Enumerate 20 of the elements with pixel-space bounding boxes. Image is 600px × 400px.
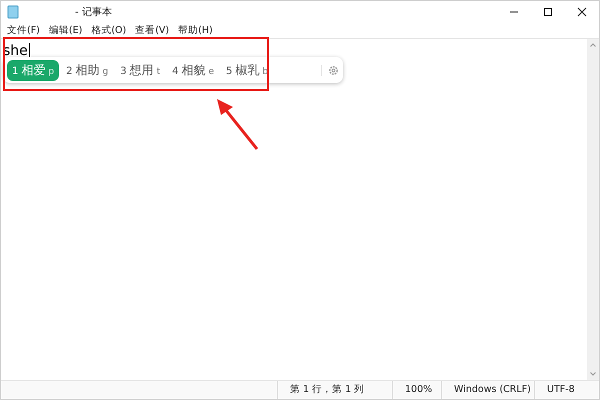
menu-item[interactable]: 编辑(E) <box>48 24 82 36</box>
menu-item[interactable]: 帮助(H) <box>178 24 213 36</box>
candidate[interactable]: 3 想用 t <box>115 60 166 80</box>
scrollbar[interactable] <box>587 39 599 380</box>
scroll-down-icon[interactable] <box>590 372 596 376</box>
candidate[interactable]: 2 相助 g <box>61 60 114 80</box>
close-icon <box>577 7 587 17</box>
menu-item[interactable]: 文件(F) <box>7 24 40 36</box>
status-text: UTF-8 <box>534 381 599 399</box>
notepad-icon <box>7 5 19 19</box>
window-title: - 记事本 <box>75 6 112 19</box>
status-text: Windows (CRLF) <box>441 381 534 399</box>
settings-icon[interactable] <box>328 64 339 76</box>
maximize-icon <box>543 7 553 17</box>
scroll-up-icon[interactable] <box>590 43 596 47</box>
candidate[interactable]: 4 相貌 e <box>167 60 220 80</box>
status-text: 第 1 行，第 1 列 <box>277 381 392 399</box>
status-text: 100% <box>392 381 442 399</box>
menu-item[interactable]: 格式(O) <box>91 24 126 36</box>
menu-item[interactable]: 查看(V) <box>135 24 170 36</box>
